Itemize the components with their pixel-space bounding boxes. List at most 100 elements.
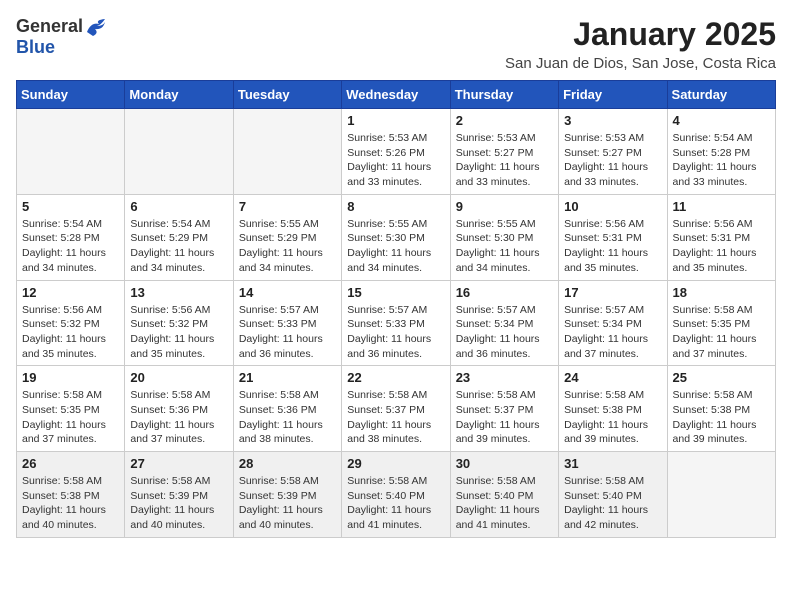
day-number: 10	[564, 199, 661, 214]
calendar-cell: 20 Sunrise: 5:58 AMSunset: 5:36 PMDayligh…	[125, 366, 233, 452]
weekday-header-row: SundayMondayTuesdayWednesdayThursdayFrid…	[17, 81, 776, 109]
calendar-week-row: 12 Sunrise: 5:56 AMSunset: 5:32 PMDayligh…	[17, 280, 776, 366]
calendar-cell: 26 Sunrise: 5:58 AMSunset: 5:38 PMDayligh…	[17, 452, 125, 538]
day-number: 1	[347, 113, 444, 128]
day-number: 22	[347, 370, 444, 385]
page-header: General Blue January 2025 San Juan de Di…	[16, 16, 776, 72]
day-info: Sunrise: 5:58 AMSunset: 5:35 PMDaylight:…	[22, 388, 119, 447]
day-info: Sunrise: 5:58 AMSunset: 5:36 PMDaylight:…	[239, 388, 336, 447]
calendar-cell: 3Sunrise: 5:53 AMSunset: 5:27 PMDaylight…	[559, 109, 667, 195]
day-number: 9	[456, 199, 553, 214]
calendar-week-row: 5Sunrise: 5:54 AMSunset: 5:28 PMDaylight…	[17, 194, 776, 280]
calendar-cell: 4 Sunrise: 5:54 AMSunset: 5:28 PMDaylight…	[667, 109, 775, 195]
calendar-cell: 15Sunrise: 5:57 AMSunset: 5:33 PMDayligh…	[342, 280, 450, 366]
day-number: 20	[130, 370, 227, 385]
calendar-week-row: 1 Sunrise: 5:53 AMSunset: 5:26 PMDaylight…	[17, 109, 776, 195]
logo-bird-icon	[85, 18, 107, 36]
calendar-cell: 10 Sunrise: 5:56 AMSunset: 5:31 PMDayligh…	[559, 194, 667, 280]
calendar-cell: 16 Sunrise: 5:57 AMSunset: 5:34 PMDayligh…	[450, 280, 558, 366]
calendar-cell: 17 Sunrise: 5:57 AMSunset: 5:34 PMDayligh…	[559, 280, 667, 366]
day-info: Sunrise: 5:58 AMSunset: 5:39 PMDaylight:…	[239, 474, 336, 533]
day-info: Sunrise: 5:58 AMSunset: 5:37 PMDaylight:…	[347, 388, 444, 447]
day-info: Sunrise: 5:58 AMSunset: 5:37 PMDaylight:…	[456, 388, 553, 447]
day-number: 28	[239, 456, 336, 471]
day-info: Sunrise: 5:55 AMSunset: 5:30 PMDaylight:…	[456, 217, 553, 276]
logo-general: General	[16, 16, 83, 37]
calendar-cell	[17, 109, 125, 195]
day-info: Sunrise: 5:56 AMSunset: 5:32 PMDaylight:…	[22, 303, 119, 362]
day-number: 13	[130, 285, 227, 300]
day-info: Sunrise: 5:57 AMSunset: 5:34 PMDaylight:…	[456, 303, 553, 362]
calendar-cell	[667, 452, 775, 538]
day-number: 7	[239, 199, 336, 214]
weekday-header-saturday: Saturday	[667, 81, 775, 109]
calendar-week-row: 26 Sunrise: 5:58 AMSunset: 5:38 PMDayligh…	[17, 452, 776, 538]
weekday-header-monday: Monday	[125, 81, 233, 109]
day-number: 6	[130, 199, 227, 214]
day-info: Sunrise: 5:58 AMSunset: 5:40 PMDaylight:…	[347, 474, 444, 533]
calendar-cell: 9 Sunrise: 5:55 AMSunset: 5:30 PMDaylight…	[450, 194, 558, 280]
calendar-cell: 5Sunrise: 5:54 AMSunset: 5:28 PMDaylight…	[17, 194, 125, 280]
calendar-cell: 19 Sunrise: 5:58 AMSunset: 5:35 PMDayligh…	[17, 366, 125, 452]
calendar-cell: 22 Sunrise: 5:58 AMSunset: 5:37 PMDayligh…	[342, 366, 450, 452]
calendar-cell: 23 Sunrise: 5:58 AMSunset: 5:37 PMDayligh…	[450, 366, 558, 452]
day-number: 24	[564, 370, 661, 385]
day-info: Sunrise: 5:56 AMSunset: 5:31 PMDaylight:…	[564, 217, 661, 276]
weekday-header-sunday: Sunday	[17, 81, 125, 109]
calendar-cell: 28 Sunrise: 5:58 AMSunset: 5:39 PMDayligh…	[233, 452, 341, 538]
logo: General Blue	[16, 16, 107, 58]
day-info: Sunrise: 5:54 AMSunset: 5:28 PMDaylight:…	[673, 131, 770, 190]
month-title: January 2025	[505, 16, 776, 53]
day-number: 5	[22, 199, 119, 214]
calendar-cell: 13 Sunrise: 5:56 AMSunset: 5:32 PMDayligh…	[125, 280, 233, 366]
day-info: Sunrise: 5:58 AMSunset: 5:38 PMDaylight:…	[564, 388, 661, 447]
day-number: 21	[239, 370, 336, 385]
logo-blue: Blue	[16, 37, 55, 58]
day-info: Sunrise: 5:55 AMSunset: 5:29 PMDaylight:…	[239, 217, 336, 276]
day-number: 19	[22, 370, 119, 385]
calendar-cell: 29 Sunrise: 5:58 AMSunset: 5:40 PMDayligh…	[342, 452, 450, 538]
day-info: Sunrise: 5:58 AMSunset: 5:35 PMDaylight:…	[673, 303, 770, 362]
title-block: January 2025 San Juan de Dios, San Jose,…	[505, 16, 776, 72]
day-info: Sunrise: 5:56 AMSunset: 5:32 PMDaylight:…	[130, 303, 227, 362]
day-info: Sunrise: 5:58 AMSunset: 5:38 PMDaylight:…	[673, 388, 770, 447]
day-number: 29	[347, 456, 444, 471]
calendar-cell: 2 Sunrise: 5:53 AMSunset: 5:27 PMDaylight…	[450, 109, 558, 195]
day-number: 17	[564, 285, 661, 300]
day-info: Sunrise: 5:58 AMSunset: 5:38 PMDaylight:…	[22, 474, 119, 533]
day-info: Sunrise: 5:55 AMSunset: 5:30 PMDaylight:…	[347, 217, 444, 276]
day-number: 14	[239, 285, 336, 300]
location-subtitle: San Juan de Dios, San Jose, Costa Rica	[505, 55, 776, 72]
day-info: Sunrise: 5:58 AMSunset: 5:39 PMDaylight:…	[130, 474, 227, 533]
day-info: Sunrise: 5:54 AMSunset: 5:29 PMDaylight:…	[130, 217, 227, 276]
calendar-cell: 18Sunrise: 5:58 AMSunset: 5:35 PMDayligh…	[667, 280, 775, 366]
day-info: Sunrise: 5:58 AMSunset: 5:40 PMDaylight:…	[564, 474, 661, 533]
calendar-cell: 7 Sunrise: 5:55 AMSunset: 5:29 PMDaylight…	[233, 194, 341, 280]
calendar-cell: 1 Sunrise: 5:53 AMSunset: 5:26 PMDaylight…	[342, 109, 450, 195]
weekday-header-wednesday: Wednesday	[342, 81, 450, 109]
day-number: 31	[564, 456, 661, 471]
day-info: Sunrise: 5:58 AMSunset: 5:36 PMDaylight:…	[130, 388, 227, 447]
day-number: 25	[673, 370, 770, 385]
day-number: 16	[456, 285, 553, 300]
day-info: Sunrise: 5:57 AMSunset: 5:33 PMDaylight:…	[347, 303, 444, 362]
day-number: 3	[564, 113, 661, 128]
day-info: Sunrise: 5:53 AMSunset: 5:27 PMDaylight:…	[456, 131, 553, 190]
day-info: Sunrise: 5:53 AMSunset: 5:26 PMDaylight:…	[347, 131, 444, 190]
day-info: Sunrise: 5:57 AMSunset: 5:33 PMDaylight:…	[239, 303, 336, 362]
day-info: Sunrise: 5:57 AMSunset: 5:34 PMDaylight:…	[564, 303, 661, 362]
day-number: 11	[673, 199, 770, 214]
calendar-cell: 27Sunrise: 5:58 AMSunset: 5:39 PMDayligh…	[125, 452, 233, 538]
day-number: 26	[22, 456, 119, 471]
calendar-cell: 24 Sunrise: 5:58 AMSunset: 5:38 PMDayligh…	[559, 366, 667, 452]
day-info: Sunrise: 5:58 AMSunset: 5:40 PMDaylight:…	[456, 474, 553, 533]
day-info: Sunrise: 5:56 AMSunset: 5:31 PMDaylight:…	[673, 217, 770, 276]
day-number: 12	[22, 285, 119, 300]
weekday-header-friday: Friday	[559, 81, 667, 109]
weekday-header-thursday: Thursday	[450, 81, 558, 109]
calendar-cell: 6 Sunrise: 5:54 AMSunset: 5:29 PMDaylight…	[125, 194, 233, 280]
day-number: 23	[456, 370, 553, 385]
day-number: 4	[673, 113, 770, 128]
day-number: 2	[456, 113, 553, 128]
calendar-cell: 21 Sunrise: 5:58 AMSunset: 5:36 PMDayligh…	[233, 366, 341, 452]
